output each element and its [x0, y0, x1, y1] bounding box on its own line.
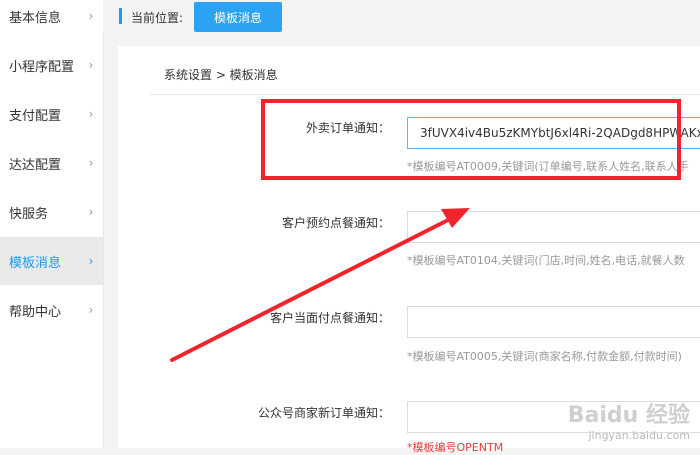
watermark: Baidu 经验 jingyan.baidu.com	[568, 397, 690, 442]
breadcrumb-divider	[150, 94, 700, 95]
main-panel: 系统设置 > 模板消息 外卖订单通知： 3fUVX4iv4Bu5zKMYbtJ6…	[118, 46, 700, 454]
sidebar-item-template-message[interactable]: 模板消息 ›	[0, 237, 103, 285]
chevron-right-icon: ›	[88, 58, 94, 72]
watermark-brand: Baidu 经验	[567, 403, 690, 428]
sidebar-item-help-center[interactable]: 帮助中心 ›	[0, 286, 103, 334]
sidebar-item-label: 帮助中心	[9, 304, 62, 320]
sidebar-item-label: 模板消息	[9, 255, 62, 271]
face-pay-notice-hint: *模板编号AT0005,关键词(商家名称,付款金额,付款时间)	[407, 350, 682, 363]
location-bar: 当前位置: 模板消息	[103, 0, 700, 34]
sidebar-item-label: 快服务	[9, 206, 49, 222]
reservation-notice-hint: *模板编号AT0104,关键词(门店,时间,姓名,电话,就餐人数	[407, 254, 685, 267]
official-account-order-notice-label: 公众号商家新订单通知：	[257, 406, 390, 420]
sidebar-item-label: 基本信息	[9, 10, 62, 26]
chevron-right-icon: ›	[88, 156, 94, 170]
sidebar-item-basic-info[interactable]: 基本信息 ›	[0, 0, 103, 40]
reservation-notice-input[interactable]	[407, 211, 700, 243]
chevron-right-icon: ›	[88, 303, 94, 317]
sidebar-item-label: 小程序配置	[9, 59, 75, 75]
takeout-order-notice-hint: *模板编号AT0009,关键词(订单编号,联系人姓名,联系人手	[407, 160, 689, 173]
takeout-order-notice-label: 外卖订单通知：	[305, 121, 390, 135]
sidebar-item-quick-service[interactable]: 快服务 ›	[0, 188, 103, 236]
chevron-right-icon: ›	[88, 205, 94, 219]
chevron-right-icon: ›	[88, 9, 94, 23]
location-current-button[interactable]: 模板消息	[194, 2, 282, 32]
chevron-right-icon: ›	[88, 254, 94, 268]
location-accent-bar	[119, 8, 122, 24]
sidebar-item-label: 支付配置	[9, 108, 62, 124]
takeout-order-notice-input[interactable]: 3fUVX4iv4Bu5zKMYbtJ6xl4Ri-2QADgd8HPWAKxk	[407, 117, 700, 149]
sidebar-item-dada-config[interactable]: 达达配置 ›	[0, 139, 103, 187]
breadcrumb: 系统设置 > 模板消息	[164, 68, 278, 82]
watermark-url: jingyan.baidu.com	[588, 429, 690, 442]
sidebar-item-label: 达达配置	[9, 157, 62, 173]
chevron-right-icon: ›	[88, 107, 94, 121]
sidebar: 基本信息 › 小程序配置 › 支付配置 › 达达配置 › 快服务 › 模板消息 …	[0, 0, 104, 448]
face-pay-notice-label: 客户当面付点餐通知：	[269, 311, 390, 325]
reservation-notice-label: 客户预约点餐通知：	[281, 216, 390, 230]
sidebar-item-payment-config[interactable]: 支付配置 ›	[0, 90, 103, 138]
face-pay-notice-input[interactable]	[407, 306, 700, 338]
sidebar-item-miniprogram-config[interactable]: 小程序配置 ›	[0, 41, 103, 89]
location-label: 当前位置:	[131, 11, 184, 25]
